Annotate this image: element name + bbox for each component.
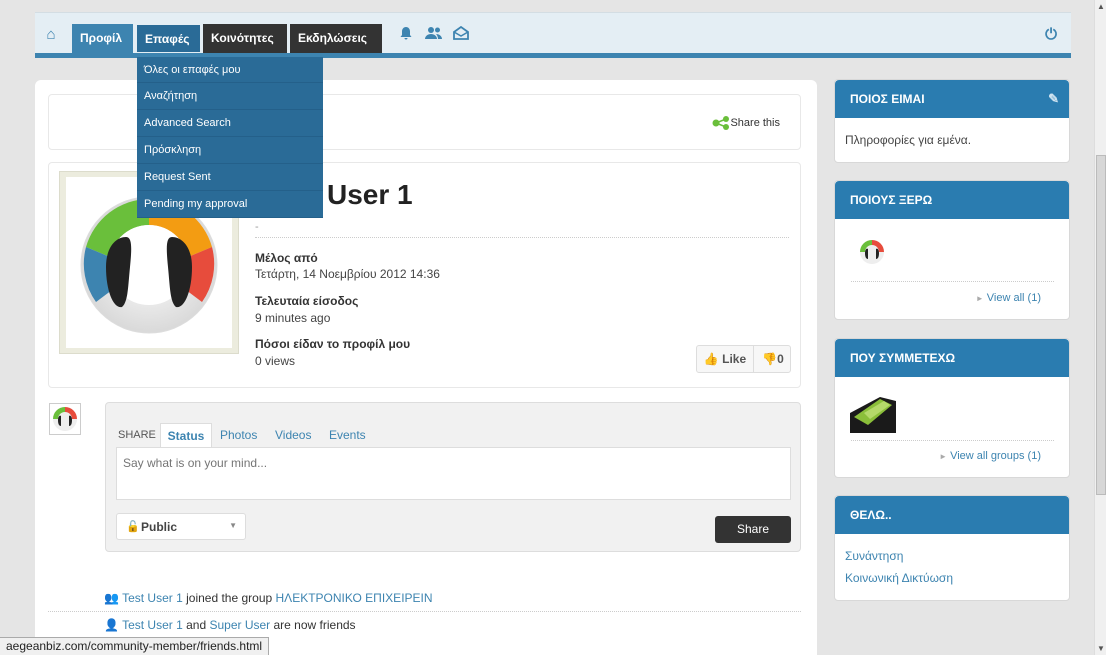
like-button[interactable]: 👍 Like <box>697 346 754 372</box>
caret-right-icon: ► <box>975 294 984 303</box>
home-icon[interactable]: ⌂ <box>43 27 59 43</box>
menu-item-search[interactable]: Αναζήτηση <box>137 83 323 110</box>
tab-status[interactable]: Status <box>160 423 212 447</box>
menu-item-pending-approval[interactable]: Pending my approval <box>137 191 323 218</box>
activity-group-link[interactable]: ΗΛΕΚΤΡΟΝΙΚΟ ΕΠΙΧΕΙΡΕΙΝ <box>276 591 433 605</box>
thumbs-up-icon: 👍 <box>703 352 719 366</box>
friend-avatar[interactable] <box>857 237 889 269</box>
profile-views-label: Πόσοι είδαν το προφίλ μου <box>255 337 411 351</box>
divider <box>851 440 1054 441</box>
widget-friends: ΠΟΙΟΥΣ ΞΕΡΩ ► View all (1) <box>834 180 1070 320</box>
last-login-label: Τελευταία είσοδος <box>255 294 359 308</box>
like-widget: 👍 Like 👎0 <box>696 345 791 373</box>
activity-text: and <box>182 618 210 632</box>
pencil-icon[interactable]: ✎ <box>1048 80 1059 118</box>
tab-events[interactable]: Events <box>329 423 366 447</box>
widget-title: ΠΟΙΟΥΣ ΞΕΡΩ <box>850 193 933 207</box>
users-icon[interactable] <box>425 26 443 43</box>
activity-friend-link[interactable]: Super User <box>209 618 270 632</box>
share-this-link[interactable]: Share this <box>730 117 780 129</box>
scroll-down-icon[interactable]: ▼ <box>1097 644 1105 653</box>
activity-user-link[interactable]: Test User 1 <box>122 591 183 605</box>
divider <box>851 281 1054 282</box>
profile-views-value: 0 views <box>255 354 296 368</box>
member-since-label: Μέλος από <box>255 251 318 265</box>
scroll-up-icon[interactable]: ▲ <box>1097 2 1105 11</box>
menu-item-request-sent[interactable]: Request Sent <box>137 164 323 191</box>
member-since-value: Τετάρτη, 14 Νοεμβρίου 2012 14:36 <box>255 267 440 281</box>
menu-item-invite[interactable]: Πρόσκληση <box>137 137 323 164</box>
power-icon[interactable]: ⏻ <box>1045 26 1057 43</box>
widget-header: ΠΟΥ ΣΥΜΜΕΤΕΧΩ <box>835 339 1069 377</box>
widget-header: ΘΕΛΩ.. <box>835 496 1069 534</box>
bell-icon[interactable] <box>399 26 413 43</box>
vertical-scrollbar[interactable]: ▲ ▼ <box>1094 0 1106 655</box>
tab-events[interactable]: Εκδηλώσεις <box>290 24 382 53</box>
widget-title: ΠΟΙΟΣ ΕΙΜΑΙ <box>850 92 925 106</box>
caret-right-icon: ► <box>939 452 948 461</box>
dislike-button[interactable]: 👎0 <box>755 346 791 372</box>
tab-communities[interactable]: Κοινότητες <box>203 24 287 53</box>
like-label: Like <box>722 352 747 366</box>
tab-videos[interactable]: Videos <box>275 423 311 447</box>
profile-name: User 1 <box>327 179 413 210</box>
widget-header: ΠΟΙΟΥΣ ΞΕΡΩ <box>835 181 1069 219</box>
menu-item-advanced-search[interactable]: Advanced Search <box>137 110 323 137</box>
divider <box>255 237 789 238</box>
share-label: SHARE <box>118 429 156 441</box>
view-all-label: View all (1) <box>986 292 1041 304</box>
last-login-value: 9 minutes ago <box>255 311 331 325</box>
dislike-count: 0 <box>777 352 784 366</box>
scrollbar-thumb[interactable] <box>1096 155 1106 495</box>
tab-photos[interactable]: Photos <box>220 423 257 447</box>
group-thumbnail[interactable] <box>850 387 896 433</box>
about-me-text: Πληροφορίες για εμένα. <box>845 133 972 147</box>
tab-contacts[interactable]: Επαφές <box>136 24 201 53</box>
widget-groups: ΠΟΥ ΣΥΜΜΕΤΕΧΩ ► View all groups (1) <box>834 338 1070 478</box>
activity-text: joined the group <box>182 591 276 605</box>
group-icon: 👥 <box>104 591 119 605</box>
tab-profile[interactable]: Προφίλ <box>72 24 133 53</box>
activity-suffix: are now friends <box>270 618 356 632</box>
view-all-label: View all groups (1) <box>950 450 1041 462</box>
profile-status: - <box>255 221 259 233</box>
status-input[interactable] <box>116 447 791 500</box>
lock-icon: 🔓 <box>126 521 140 533</box>
user-avatar-thumb[interactable] <box>49 403 81 435</box>
nav-bar: ⌂ Προφίλ Επαφές Κοινότητες Εκδηλώσεις ⏻ <box>35 13 1071 53</box>
activity-item: 👥 Test User 1 joined the group ΗΛΕΚΤΡΟΝΙ… <box>104 591 433 605</box>
view-all-friends-link[interactable]: ► View all (1) <box>976 292 1041 304</box>
browser-status-bar: aegeanbiz.com/community-member/friends.h… <box>0 637 270 655</box>
share-button[interactable]: Share <box>715 516 791 543</box>
privacy-value: Public <box>141 520 178 534</box>
social-networking-link[interactable]: Κοινωνική Δικτύωση <box>845 571 953 585</box>
view-all-groups-link[interactable]: ► View all groups (1) <box>939 450 1041 462</box>
share-icon[interactable] <box>712 116 730 130</box>
meeting-link[interactable]: Συνάντηση <box>845 549 903 563</box>
contacts-dropdown-menu: Όλες οι επαφές μου Αναζήτηση Advanced Se… <box>137 57 323 218</box>
activity-item: 👤 Test User 1 and Super User are now fri… <box>104 618 356 632</box>
widget-i-want: ΘΕΛΩ.. Συνάντηση Κοινωνική Δικτύωση <box>834 495 1070 601</box>
chevron-down-icon: ▼ <box>229 521 237 530</box>
widget-header: ΠΟΙΟΣ ΕΙΜΑΙ ✎ <box>835 80 1069 118</box>
thumbs-down-icon: 👎 <box>762 352 778 366</box>
inbox-icon[interactable] <box>453 25 469 43</box>
privacy-select[interactable]: 🔓 Public ▼ <box>116 513 246 540</box>
widget-title: ΠΟΥ ΣΥΜΜΕΤΕΧΩ <box>850 351 956 365</box>
activity-divider <box>48 611 801 612</box>
widget-title: ΘΕΛΩ.. <box>850 508 892 522</box>
user-icon: 👤 <box>104 618 119 632</box>
top-navigation: ⌂ Προφίλ Επαφές Κοινότητες Εκδηλώσεις ⏻ <box>35 12 1071 58</box>
widget-about-me: ΠΟΙΟΣ ΕΙΜΑΙ ✎ Πληροφορίες για εμένα. <box>834 79 1070 163</box>
status-composer: SHARE Status Photos Videos Events 🔓 Publ… <box>105 402 801 552</box>
activity-user-link[interactable]: Test User 1 <box>122 618 183 632</box>
menu-item-all-contacts[interactable]: Όλες οι επαφές μου <box>137 57 323 83</box>
